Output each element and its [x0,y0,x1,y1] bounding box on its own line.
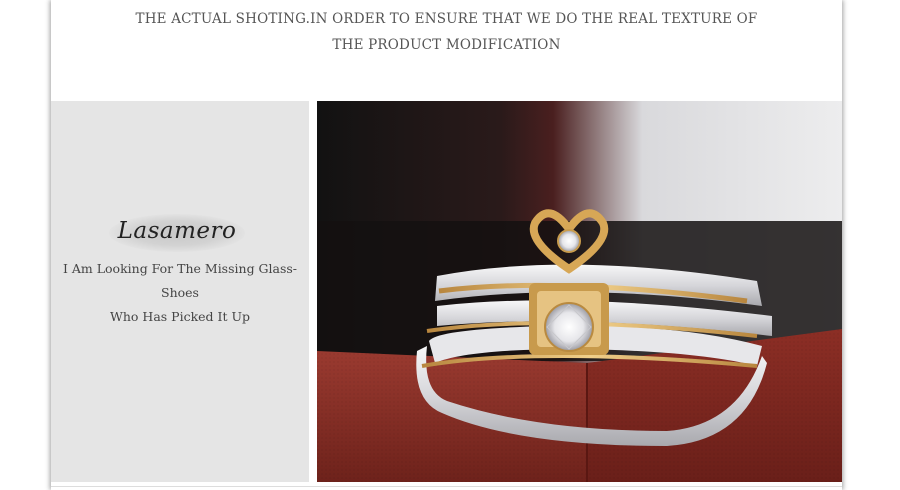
tagline-line-1: I Am Looking For The Missing Glass-Shoes [62,261,298,300]
brand-logo: Lasamero [109,214,245,252]
tagline-line-2: Who Has Picked It Up [110,309,250,324]
intro-heading: THE ACTUAL SHOTING.IN ORDER TO ENSURE TH… [51,6,842,58]
rings-photo-illustration [317,101,842,482]
intro-heading-line-2: THE PRODUCT MODIFICATION [332,37,561,53]
brand-panel: Lasamero I Am Looking For The Missing Gl… [51,101,309,482]
section-divider [51,486,842,487]
brand-tagline: I Am Looking For The Missing Glass-Shoes… [51,257,309,329]
brand-name: Lasamero [117,218,237,244]
product-photo [317,101,842,482]
product-detail-frame: THE ACTUAL SHOTING.IN ORDER TO ENSURE TH… [51,0,842,490]
intro-heading-line-1: THE ACTUAL SHOTING.IN ORDER TO ENSURE TH… [135,11,758,27]
